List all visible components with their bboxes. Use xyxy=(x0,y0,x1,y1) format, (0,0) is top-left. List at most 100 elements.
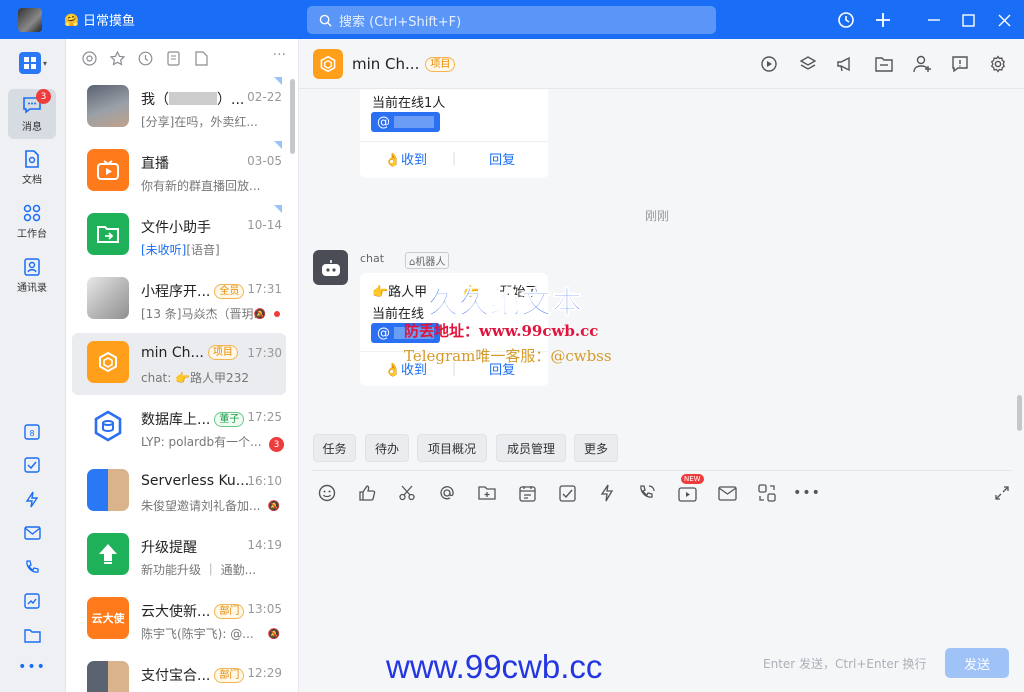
group-tag: 部门 xyxy=(214,604,245,619)
quick-overview-button[interactable]: 项目概况 xyxy=(417,434,487,462)
quick-todo-button[interactable]: 待办 xyxy=(365,434,409,462)
todo-check-icon[interactable] xyxy=(556,482,578,504)
mute-icon: 🔕 xyxy=(267,501,280,512)
chat-title[interactable]: min Ch... 项目 xyxy=(352,55,456,73)
doc-filter-icon[interactable] xyxy=(192,49,210,67)
status-text: 日常摸鱼 xyxy=(82,14,135,29)
file-folder-icon xyxy=(87,213,129,255)
conversation-time: 14:19 xyxy=(247,538,282,552)
quick-task-button[interactable]: 任务 xyxy=(313,434,356,462)
quick-members-button[interactable]: 成员管理 xyxy=(496,434,566,462)
folder-icon[interactable] xyxy=(874,54,894,74)
contacts-icon xyxy=(24,258,40,276)
ack-button[interactable]: 👌收到 xyxy=(360,149,452,168)
quick-more-button[interactable]: 更多 xyxy=(574,434,618,462)
pinned-marker xyxy=(274,205,282,213)
conversation-item[interactable]: 支付宝合... 部门 12:29 xyxy=(72,653,286,692)
mail-icon[interactable] xyxy=(22,523,42,543)
search-input[interactable]: 搜索 (Ctrl+Shift+F) xyxy=(307,6,716,34)
reply-button[interactable]: 回复 xyxy=(456,149,548,168)
mention-chip[interactable]: @ xyxy=(371,112,440,132)
conversation-item[interactable]: 小程序开... 全员 17:31 [13 条]马焱杰（晋玥... 🔕 xyxy=(72,269,286,331)
list-scrollbar[interactable] xyxy=(290,79,295,154)
nav-contacts[interactable]: 通讯录 xyxy=(8,251,56,301)
nav-docs[interactable]: 文档 xyxy=(8,143,56,193)
report-icon[interactable] xyxy=(22,591,42,611)
composer-divider xyxy=(312,470,1012,471)
todo-check-icon[interactable] xyxy=(22,455,42,475)
mute-icon: 🔕 xyxy=(267,629,280,640)
time-divider: 刚刚 xyxy=(645,209,670,223)
minimize-icon[interactable] xyxy=(922,8,946,32)
redacted-name xyxy=(169,92,217,105)
user-avatar[interactable] xyxy=(18,8,42,32)
star-filter-icon[interactable] xyxy=(108,49,126,67)
group-avatar xyxy=(87,469,129,511)
clock-filter-icon[interactable] xyxy=(136,49,154,67)
conversation-time: 03-05 xyxy=(247,154,282,168)
conversation-item[interactable]: 升级提醒 14:19 新功能升级 ｜ 通勤... xyxy=(72,525,286,587)
conversation-item[interactable]: Serverless Ku... 16:10 朱俊望邀请刘礼备加... 🔕 xyxy=(72,461,286,523)
conversation-name: 直播 xyxy=(141,156,169,172)
conversation-item[interactable]: 我（）... 02-22 [分享]在吗，外卖红... xyxy=(72,77,286,139)
nav-workbench[interactable]: 工作台 xyxy=(8,197,56,247)
conversation-item[interactable]: 文件小助手 10-14 [未收听][语音] xyxy=(72,205,286,267)
folder-add-icon[interactable] xyxy=(476,482,498,504)
feedback-icon[interactable] xyxy=(950,54,970,74)
document-icon xyxy=(25,150,39,168)
mention-filter-icon[interactable] xyxy=(80,49,98,67)
upgrade-arrow-icon xyxy=(87,533,129,575)
status-chip[interactable]: 🤗 日常摸鱼 xyxy=(64,10,135,30)
mail-icon[interactable] xyxy=(716,482,738,504)
screen-share-icon[interactable] xyxy=(756,482,778,504)
conversation-preview: LYP: polardb有一个... xyxy=(141,435,262,449)
group-tag: 项目 xyxy=(207,345,238,360)
left-nav: ▾ 消息 3 文档 工作台 通讯录 8 ••• xyxy=(0,39,66,692)
new-badge: NEW xyxy=(681,474,704,484)
nav-messages[interactable]: 消息 3 xyxy=(8,89,56,139)
emoji-icon: 🤗 xyxy=(64,12,79,27)
chat-scrollbar[interactable] xyxy=(1017,395,1022,431)
live-tv-icon xyxy=(87,149,129,191)
phone-call-icon[interactable] xyxy=(636,482,658,504)
more-tools-icon[interactable]: ••• xyxy=(793,482,820,504)
calendar-icon[interactable] xyxy=(516,482,538,504)
send-button[interactable]: 发送 xyxy=(945,648,1009,678)
lightning-icon[interactable] xyxy=(596,482,618,504)
conversation-name: 数据库上... 董子 xyxy=(141,409,245,429)
maximize-icon[interactable] xyxy=(956,8,980,32)
conversation-name: 我（）... xyxy=(141,92,245,108)
expand-icon[interactable] xyxy=(991,482,1013,504)
workbench-icon xyxy=(23,204,41,222)
app-grid-icon[interactable]: ▾ xyxy=(18,52,48,74)
at-mention-icon[interactable] xyxy=(436,482,458,504)
close-icon[interactable] xyxy=(992,8,1016,32)
emoji-icon[interactable] xyxy=(316,482,338,504)
conversation-item[interactable]: 直播 03-05 你有新的群直播回放... xyxy=(72,141,286,203)
phone-icon[interactable] xyxy=(22,557,42,577)
more-options-icon[interactable]: ··· xyxy=(273,47,286,63)
live-video-icon[interactable] xyxy=(676,482,698,504)
add-member-icon[interactable] xyxy=(912,54,932,74)
replay-icon[interactable] xyxy=(759,54,779,74)
conversation-item[interactable]: 数据库上... 董子 17:25 LYP: polardb有一个... 3 xyxy=(72,397,286,459)
layers-icon[interactable] xyxy=(798,54,818,74)
scissors-icon[interactable] xyxy=(396,482,418,504)
add-icon[interactable] xyxy=(871,8,895,32)
more-icon[interactable]: ••• xyxy=(18,657,45,677)
announcement-icon[interactable] xyxy=(835,54,855,74)
conversation-time: 16:10 xyxy=(247,474,282,488)
file-filter-icon[interactable] xyxy=(164,49,182,67)
calendar-day: 8 xyxy=(29,429,34,438)
thumbs-up-icon[interactable] xyxy=(356,482,378,504)
history-icon[interactable] xyxy=(834,8,858,32)
conversation-item-selected[interactable]: min Ch... 项目 17:30 chat: 👉路人甲232 xyxy=(72,333,286,395)
settings-gear-icon[interactable] xyxy=(988,54,1008,74)
lightning-icon[interactable] xyxy=(22,489,42,509)
project-hex-icon xyxy=(313,49,343,79)
conversation-item[interactable]: 云大使 云大使新... 部门 13:05 陈宇飞(陈宇飞): @... 🔕 xyxy=(72,589,286,651)
conversation-name: 小程序开... 全员 xyxy=(141,281,245,301)
folder-icon[interactable] xyxy=(22,625,42,645)
robot-icon[interactable] xyxy=(313,250,348,285)
calendar-icon[interactable]: 8 xyxy=(22,421,42,441)
